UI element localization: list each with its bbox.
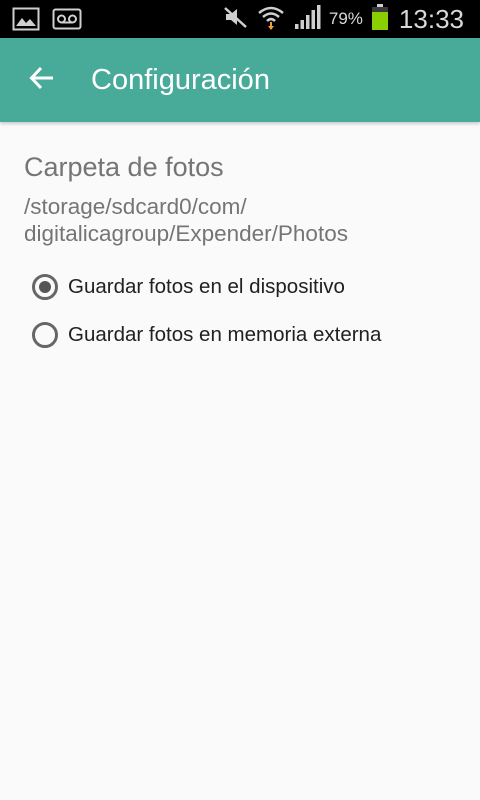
folder-path: /storage/sdcard0/com/digitalicagroup/Exp… — [24, 193, 464, 247]
radio-label-device: Guardar fotos en el dispositivo — [68, 275, 345, 298]
wifi-icon — [257, 3, 285, 36]
signal-icon — [293, 4, 321, 35]
mute-icon — [223, 5, 249, 34]
battery-icon — [371, 3, 389, 36]
folder-path-line: digitalicagroup/Expender/Photos — [24, 221, 348, 246]
status-time: 13:33 — [398, 3, 464, 34]
radio-label-external: Guardar fotos en memoria externa — [68, 323, 382, 346]
radio-button-unselected[interactable] — [32, 322, 58, 348]
back-button[interactable] — [16, 60, 68, 100]
page-title: Configuración — [91, 64, 270, 96]
radio-button-selected[interactable] — [32, 274, 58, 300]
gallery-icon — [12, 7, 40, 36]
back-arrow-icon — [28, 64, 56, 97]
radio-save-device[interactable]: Guardar fotos en el dispositivo — [32, 270, 345, 304]
section-title: Carpeta de fotos — [24, 152, 224, 182]
folder-path-line: /storage/sdcard0/com/ — [24, 194, 247, 219]
voicemail-icon — [52, 7, 82, 36]
radio-dot — [39, 281, 51, 293]
status-bar: 79% 13:33 — [0, 0, 480, 38]
battery-percent: 79% — [328, 9, 363, 28]
radio-save-external[interactable]: Guardar fotos en memoria externa — [32, 318, 381, 352]
app-bar: Configuración — [0, 38, 480, 122]
